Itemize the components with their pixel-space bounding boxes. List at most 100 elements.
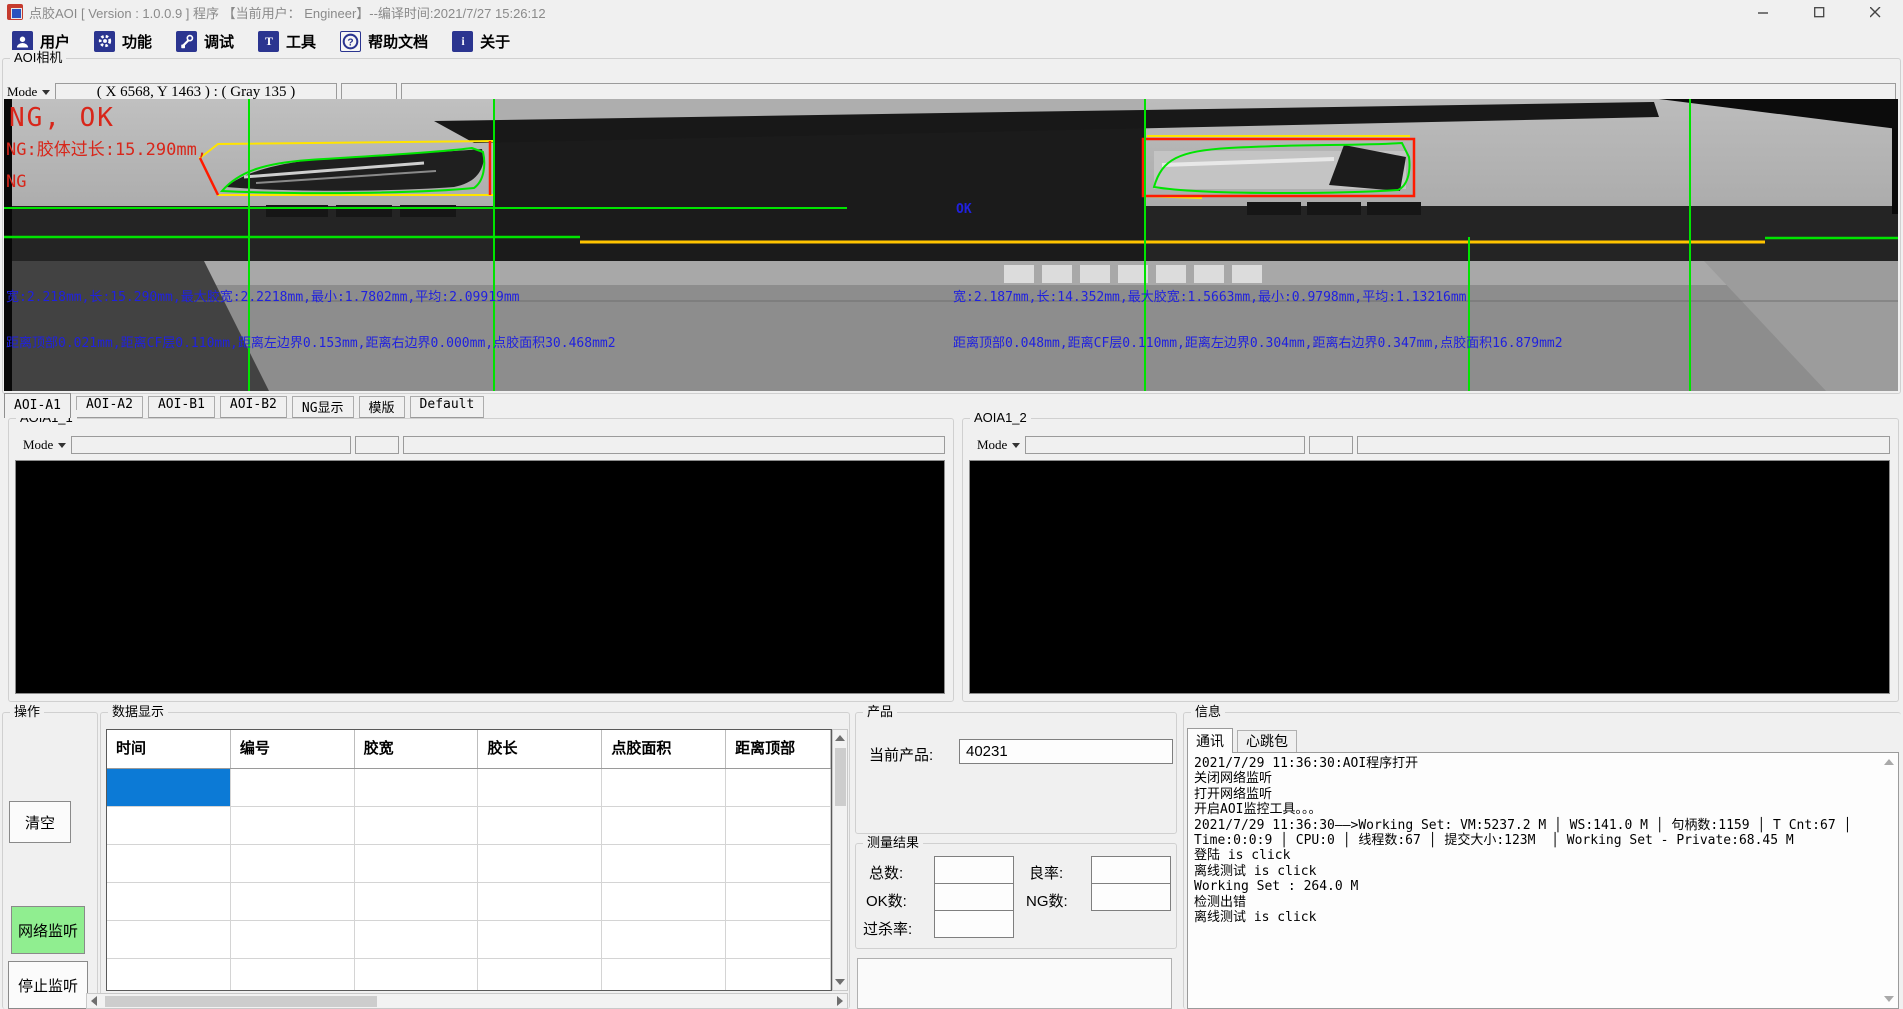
aoia1-1-field-2[interactable] bbox=[355, 436, 399, 454]
scrollbar-thumb[interactable] bbox=[105, 996, 377, 1007]
table-header-cell[interactable]: 距离顶部 bbox=[726, 730, 831, 768]
menu-function-button[interactable]: 功能 bbox=[90, 27, 156, 55]
tab[interactable]: AOI-B2 bbox=[220, 396, 287, 418]
overkill-rate-input[interactable] bbox=[934, 910, 1014, 938]
table-cell[interactable] bbox=[355, 845, 479, 883]
table-vertical-scrollbar[interactable] bbox=[832, 729, 848, 991]
table-header-cell[interactable]: 时间 bbox=[107, 730, 231, 768]
menu-about-button[interactable]: i 关于 bbox=[448, 27, 514, 55]
table-cell[interactable] bbox=[478, 807, 602, 845]
table-cell[interactable] bbox=[107, 883, 231, 921]
table-cell[interactable] bbox=[107, 769, 231, 807]
table-cell[interactable] bbox=[355, 769, 479, 807]
scroll-down-icon[interactable] bbox=[835, 979, 845, 985]
info-tab[interactable]: 心跳包 bbox=[1237, 730, 1297, 752]
table-cell[interactable] bbox=[726, 807, 831, 845]
table-cell[interactable] bbox=[355, 807, 479, 845]
aoia1-2-field-3[interactable] bbox=[1357, 436, 1890, 454]
wrench-icon bbox=[176, 31, 197, 52]
table-cell[interactable] bbox=[478, 921, 602, 959]
table-header-cell[interactable]: 点胶面积 bbox=[602, 730, 726, 768]
table-cell[interactable] bbox=[231, 959, 355, 991]
info-tab[interactable]: 通讯 bbox=[1187, 728, 1233, 753]
aoia1-2-viewport[interactable] bbox=[969, 460, 1890, 694]
table-cell[interactable] bbox=[478, 845, 602, 883]
table-cell[interactable] bbox=[726, 845, 831, 883]
scroll-up-icon[interactable] bbox=[1884, 759, 1894, 765]
tab[interactable]: 模版 bbox=[359, 396, 405, 418]
aoia1-1-mode-dropdown[interactable]: Mode bbox=[23, 437, 66, 453]
scroll-left-icon[interactable] bbox=[91, 996, 97, 1006]
total-count-input[interactable] bbox=[934, 856, 1014, 884]
table-cell[interactable] bbox=[726, 921, 831, 959]
tab[interactable]: AOI-A1 bbox=[4, 393, 71, 418]
table-cell[interactable] bbox=[107, 845, 231, 883]
table-cell[interactable] bbox=[602, 769, 726, 807]
table-cell[interactable] bbox=[231, 921, 355, 959]
table-cell[interactable] bbox=[726, 883, 831, 921]
menu-debug-button[interactable]: 调试 bbox=[172, 27, 238, 55]
table-cell[interactable] bbox=[602, 807, 726, 845]
maximize-button[interactable] bbox=[1791, 0, 1847, 24]
aoia1-2-field-1[interactable] bbox=[1025, 436, 1305, 454]
table-row bbox=[107, 959, 831, 991]
aoia1-2-field-2[interactable] bbox=[1309, 436, 1353, 454]
table-cell[interactable] bbox=[107, 921, 231, 959]
table-cell[interactable] bbox=[602, 883, 726, 921]
table-header-cell[interactable]: 胶长 bbox=[478, 730, 602, 768]
tab[interactable]: AOI-B1 bbox=[148, 396, 215, 418]
menu-help-button[interactable]: ? 帮助文档 bbox=[336, 27, 432, 55]
log-line: Time:0:0:9 │ CPU:0 │ 线程数:67 │ 提交大小:123M … bbox=[1194, 833, 1892, 848]
table-cell[interactable] bbox=[602, 921, 726, 959]
table-cell[interactable] bbox=[231, 883, 355, 921]
tool-icon: T bbox=[258, 31, 279, 52]
table-horizontal-scrollbar[interactable] bbox=[86, 993, 848, 1009]
table-cell[interactable] bbox=[107, 959, 231, 991]
table-cell[interactable] bbox=[602, 845, 726, 883]
minimize-button[interactable] bbox=[1735, 0, 1791, 24]
aoia1-2-mode-dropdown[interactable]: Mode bbox=[977, 437, 1020, 453]
comm-log[interactable]: 2021/7/29 11:36:30:AOI程序打开关闭网络监听打开网络监听开启… bbox=[1187, 752, 1899, 1009]
camera-mode-dropdown[interactable]: Mode bbox=[7, 84, 50, 100]
table-cell[interactable] bbox=[231, 769, 355, 807]
stop-listen-button[interactable]: 停止监听 bbox=[8, 961, 88, 1009]
tab[interactable]: AOI-A2 bbox=[76, 396, 143, 418]
table-cell[interactable] bbox=[478, 959, 602, 991]
product-note-box[interactable] bbox=[857, 958, 1172, 1009]
aoia1-1-field-3[interactable] bbox=[403, 436, 945, 454]
table-cell[interactable] bbox=[602, 959, 726, 991]
close-button[interactable] bbox=[1847, 0, 1903, 24]
log-line: 离线测试 is click bbox=[1194, 910, 1892, 925]
table-cell[interactable] bbox=[478, 883, 602, 921]
ng-label-overlay: NG bbox=[6, 172, 26, 192]
clear-button[interactable]: 清空 bbox=[9, 801, 71, 843]
network-listen-button[interactable]: 网络监听 bbox=[11, 906, 85, 954]
yield-input[interactable] bbox=[1091, 856, 1171, 884]
menu-tools-button[interactable]: T 工具 bbox=[254, 27, 320, 55]
table-cell[interactable] bbox=[107, 807, 231, 845]
ok-count-input[interactable] bbox=[934, 883, 1014, 911]
table-header-cell[interactable]: 编号 bbox=[231, 730, 355, 768]
table-header-cell[interactable]: 胶宽 bbox=[355, 730, 479, 768]
table-cell[interactable] bbox=[726, 769, 831, 807]
table-cell[interactable] bbox=[231, 845, 355, 883]
current-product-input[interactable]: 40231 bbox=[959, 739, 1173, 764]
table-cell[interactable] bbox=[355, 959, 479, 991]
tab[interactable]: NG显示 bbox=[292, 396, 354, 418]
log-lines: 2021/7/29 11:36:30:AOI程序打开关闭网络监听打开网络监听开启… bbox=[1188, 753, 1898, 928]
scroll-right-icon[interactable] bbox=[837, 996, 843, 1006]
scrollbar-thumb[interactable] bbox=[835, 748, 846, 806]
table-cell[interactable] bbox=[231, 807, 355, 845]
data-table-header: 时间编号胶宽胶长点胶面积距离顶部 bbox=[107, 730, 831, 769]
tab[interactable]: Default bbox=[410, 396, 485, 418]
camera-image[interactable]: NG, OK NG:胶体过长:15.290mm, NG OK 宽:2.218mm… bbox=[4, 99, 1898, 391]
table-cell[interactable] bbox=[355, 883, 479, 921]
scroll-down-icon[interactable] bbox=[1884, 996, 1894, 1002]
table-cell[interactable] bbox=[478, 769, 602, 807]
table-cell[interactable] bbox=[726, 959, 831, 991]
table-cell[interactable] bbox=[355, 921, 479, 959]
scroll-up-icon[interactable] bbox=[835, 735, 845, 741]
ng-count-input[interactable] bbox=[1091, 883, 1171, 911]
aoia1-1-viewport[interactable] bbox=[15, 460, 945, 694]
aoia1-1-field-1[interactable] bbox=[71, 436, 351, 454]
